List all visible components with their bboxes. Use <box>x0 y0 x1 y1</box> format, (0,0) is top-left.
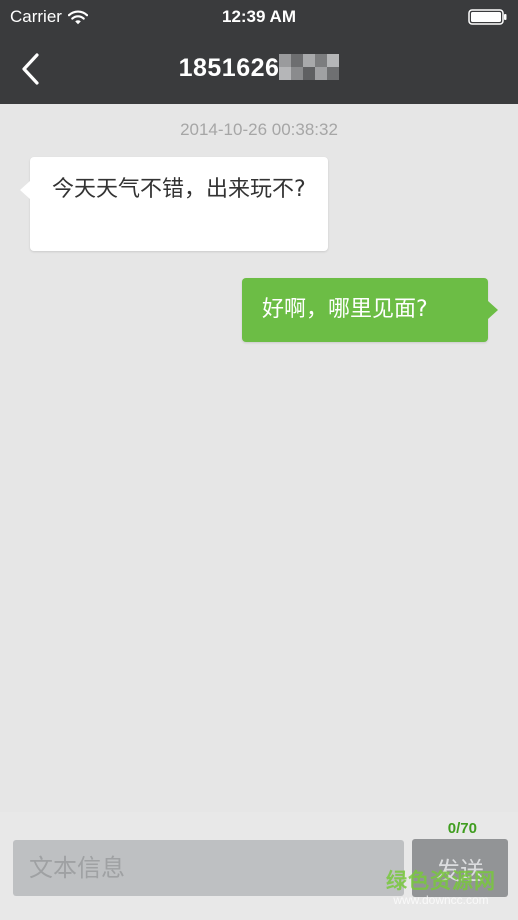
composer-bar: 0/70 发送 <box>0 812 518 920</box>
message-text: 好啊，哪里见面? <box>262 297 428 322</box>
message-timestamp: 2014-10-26 00:38:32 <box>180 120 338 139</box>
status-bar: Carrier 12:39 AM <box>0 0 518 34</box>
status-time: 12:39 AM <box>221 7 296 26</box>
outgoing-message-bubble[interactable]: 好啊，哪里见面? <box>242 278 498 342</box>
send-button[interactable]: 发送 <box>412 839 508 897</box>
conversation-view[interactable]: 2014-10-26 00:38:32 今天天气不错，出来玩不? 好啊，哪里见面… <box>0 104 518 812</box>
message-input[interactable] <box>13 840 404 896</box>
incoming-message-bubble[interactable]: 今天天气不错，出来玩不? <box>20 157 328 251</box>
character-counter: 0/70 <box>447 820 477 837</box>
page-title: 1851626 <box>0 54 518 83</box>
message-text: 今天天气不错，出来玩不? <box>52 177 306 202</box>
navigation-bar: 1851626 <box>0 34 518 104</box>
battery-icon <box>468 9 507 25</box>
contact-number: 1851626 <box>178 54 280 82</box>
redacted-digits <box>279 54 340 81</box>
